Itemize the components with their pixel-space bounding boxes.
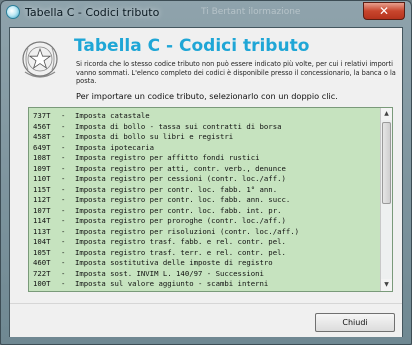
tax-code: 460T [33,258,51,267]
code-separator: - [61,174,66,183]
tax-code: 456T [33,121,51,131]
tax-description: Imposta registro per contr. loc. fabb. a… [75,195,291,204]
code-separator: - [61,279,66,288]
tax-code: 649T [33,142,51,152]
tax-code: 114T [33,216,51,225]
list-item[interactable]: 649T - Imposta ipotecaria [33,143,378,154]
tax-description: Imposta catastale [75,111,150,120]
list-item[interactable]: 109T - Imposta registro per atti, contr. v… [33,164,378,175]
scroll-thumb[interactable] [382,122,391,204]
page-title: Tabella C - Codici tributo [74,36,310,56]
list-item[interactable]: 104T - Imposta registro trasf. fabb. e rel… [33,237,378,248]
tax-code: 100T [33,279,51,288]
code-separator: - [61,226,66,236]
tax-description: Imposta di bollo su libri e registri [75,132,234,141]
tax-description: Imposta registro trasf. terr. e rel. con… [75,247,286,257]
tax-code: 108T [33,153,51,162]
tax-code: 737T [33,111,51,120]
tax-code: 458T [33,132,51,141]
list-item[interactable]: 115T - Imposta registro per contr. loc. fa… [33,185,378,196]
list-item[interactable]: 722T - Imposta sost. INVIM L. 140/97 - Suc… [33,269,378,280]
tax-description: Imposta sostitutiva delle imposte di reg… [75,258,273,267]
code-separator: - [61,132,66,141]
code-separator: - [61,142,66,152]
tax-description: Imposta registro per proroghe (contr. lo… [75,216,286,225]
background-title-text: Ti Bertant ilormazione [201,7,301,17]
tax-description: Imposta registro per affitto fondi rusti… [75,153,260,162]
list-item[interactable]: 110T - Imposta registro per cessioni (cont… [33,174,378,185]
dialog-client-area: Tabella C - Codici tributo Si ricorda ch… [9,27,403,337]
tax-code: 112T [33,195,51,204]
scroll-down-icon[interactable]: ▼ [381,279,392,291]
tax-description: Imposta registro per atti, contr. verb.,… [75,163,286,173]
list-item[interactable]: 105T - Imposta registro trasf. terr. e rel… [33,248,378,259]
list-item[interactable]: 113T - Imposta registro per risoluzioni (c… [33,227,378,238]
emblem-icon [22,41,58,78]
tax-description: Imposta registro per risoluzioni (contr.… [75,226,300,236]
tax-description: Imposta registro trasf. fabb. e rel. con… [75,237,286,246]
tax-code: 109T [33,163,51,173]
code-separator: - [61,163,66,173]
list-item[interactable]: 100T - Imposta sul valore aggiunto - scamb… [33,279,378,290]
code-separator: - [61,111,66,120]
code-separator: - [61,205,66,215]
tax-code: 722T [33,268,51,278]
close-window-button[interactable]: ✕ [363,2,405,20]
list-item[interactable]: 112T - Imposta registro per contr. loc. fa… [33,195,378,206]
code-separator: - [61,290,75,292]
code-separator: - [61,237,66,246]
app-icon [6,5,20,19]
list-item[interactable]: 456T - Imposta di bollo - tassa sui contra… [33,122,378,133]
list-item[interactable]: 458T - Imposta di bollo su libri e registr… [33,132,378,143]
tax-code: 110T [33,174,51,183]
code-separator: - [61,268,66,278]
tax-code: 115T [33,184,51,194]
tax-description: Imposta ipotecaria [75,142,155,152]
close-icon: ✕ [378,4,390,18]
list-item[interactable]: 460T - Imposta sostitutiva delle imposte d… [33,258,378,269]
tax-code-rows: 737T - Imposta catastale 456T - Imposta di bo… [33,111,378,292]
tax-description: Imposta assicuraz. - aumento aliquota - … [75,290,277,292]
title-bar[interactable]: Tabella C - Codici tributo Ti Bertant il… [1,1,411,23]
instruction-text: Per importare un codice tributo, selezio… [76,91,338,101]
code-separator: - [61,216,66,225]
code-separator: - [61,247,66,257]
vertical-scrollbar[interactable]: ▲ ▼ [380,108,392,291]
tax-code-list[interactable]: 737T - Imposta catastale 456T - Imposta di bo… [28,107,393,292]
list-item[interactable]: 737T - Imposta catastale [33,111,378,122]
tax-description: Imposta sost. INVIM L. 140/97 - Successi… [75,268,264,278]
scroll-up-icon[interactable]: ▲ [381,108,392,120]
tax-description: Imposta registro per contr. loc. fabb. 1… [75,184,278,194]
code-separator: - [61,195,66,204]
code-separator: - [61,184,66,194]
window-title: Tabella C - Codici tributo [25,5,160,19]
tax-description: Imposta di bollo - tassa sui contratti d… [75,121,282,131]
tax-description: Imposta registro per cessioni (contr. lo… [75,174,286,183]
list-item[interactable]: 108T - Imposta registro per affitto fondi … [33,153,378,164]
tax-code: 107T [33,205,51,215]
list-item[interactable]: 107T - Imposta registro per contr. loc. fa… [33,206,378,217]
tax-code: 113T [33,226,51,236]
code-separator: - [61,258,66,267]
tax-description: Imposta registro per contr. loc. fabb. i… [75,205,282,215]
tax-code: 105T [33,247,51,257]
tax-description: Imposta sul valore aggiunto - scambi int… [75,279,269,288]
chiudi-button[interactable]: Chiudi [315,313,395,332]
code-separator: - [61,121,66,131]
tax-code: 104T [33,237,51,246]
list-item[interactable]: 528T-Imposta assicuraz. - aumento aliquo… [33,290,378,292]
dialog-window: Tabella C - Codici tributo Ti Bertant il… [0,0,412,345]
list-item[interactable]: 114T - Imposta registro per proroghe (cont… [33,216,378,227]
intro-text: Si ricorda che lo stesso codice tributo … [76,60,396,86]
tax-code: 528T [33,290,61,292]
code-separator: - [61,153,66,162]
